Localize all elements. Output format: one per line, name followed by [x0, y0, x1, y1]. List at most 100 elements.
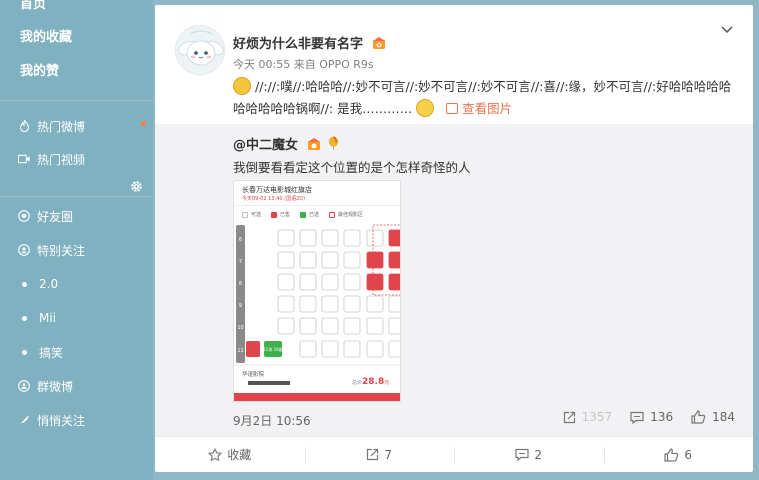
sidebar-item-likes[interactable]: 我的赞: [20, 59, 59, 79]
available-seat: [343, 340, 361, 358]
available-seat: [321, 273, 339, 291]
sidebar-item-label: 好友圈: [37, 209, 74, 224]
like-count: 6: [684, 447, 693, 462]
sidebar-item-label: 我的赞: [20, 63, 60, 79]
sold-seat: [388, 251, 400, 269]
laughing-tears-emoji-icon: [416, 99, 435, 117]
action-bar: 收藏 7 2 6: [155, 436, 753, 472]
post-meta: 今天 00:55 来自 OPPO R9s: [233, 56, 374, 72]
available-seat: [343, 229, 361, 247]
available-seat: [321, 340, 339, 358]
sidebar-item-friends-circle[interactable]: 好友圈: [18, 206, 73, 226]
weibo-card: 好烦为什么非要有名字 V 今天 00:55 来自 OPPO R9s //://:…: [155, 5, 753, 472]
seat-map-image[interactable]: 长春万达电影城红旗店 今天09-02 13:40 (国语2D) 可选 已售 已选…: [233, 180, 401, 402]
sidebar-item-label: 首页: [20, 0, 47, 12]
available-seat: [321, 317, 339, 335]
available-seat: [388, 317, 400, 335]
forward-button[interactable]: 7: [304, 437, 455, 472]
sidebar-divider: [0, 196, 153, 197]
post-author[interactable]: 好烦为什么非要有名字 V: [233, 33, 387, 52]
available-seat: [277, 317, 295, 335]
sidebar-item-special-follow[interactable]: 特别关注: [18, 240, 85, 260]
sidebar-item-label: 特别关注: [37, 243, 86, 258]
sidebar-divider: [0, 100, 153, 101]
special-follow-icon: [18, 244, 30, 256]
row-label: 6: [239, 237, 242, 243]
thumbs-up-icon: [664, 447, 679, 462]
available-seat: [321, 251, 339, 269]
post-source[interactable]: OPPO R9s: [319, 58, 373, 71]
author-name: 好烦为什么非要有名字: [233, 37, 364, 52]
comment-icon: [515, 448, 530, 461]
repost-comment[interactable]: 136: [630, 410, 673, 424]
price-value: 28.8: [362, 377, 385, 387]
sidebar-item-label: 我的收藏: [20, 29, 73, 45]
sold-seat: [388, 273, 400, 291]
view-pictures-label: 查看图片: [462, 101, 513, 116]
repost-author-name: @中二魔女: [233, 138, 299, 153]
sidebar-item-secret-follow[interactable]: 悄悄关注: [18, 410, 85, 430]
sidebar-item-hot-weibo[interactable]: 热门微博: [18, 116, 85, 136]
available-seat: [388, 295, 400, 313]
view-pictures-link[interactable]: 查看图片: [446, 101, 512, 116]
video-icon: [18, 153, 30, 165]
avatar[interactable]: [175, 25, 225, 75]
repost-like[interactable]: 184: [691, 410, 735, 424]
sold-seat: [366, 273, 384, 291]
sidebar-item-label: 群微博: [37, 379, 74, 394]
chevron-down-icon[interactable]: [720, 25, 734, 35]
sidebar-item-label: 热门视频: [37, 152, 86, 167]
forward-icon: [563, 411, 575, 423]
available-seat: [277, 273, 295, 291]
post-time[interactable]: 今天 00:55: [233, 58, 290, 71]
row-label: 9: [239, 303, 242, 309]
repost-author[interactable]: @中二魔女: [233, 134, 340, 153]
sidebar-item-group-3[interactable]: 搞笑: [18, 342, 63, 362]
comment-button[interactable]: 2: [454, 437, 604, 472]
sidebar-item-home[interactable]: 首页: [20, 0, 46, 12]
repost-stats: 1357 136 184: [545, 410, 735, 424]
comment-icon: [630, 411, 644, 424]
gear-icon[interactable]: [130, 180, 143, 193]
repost-forward[interactable]: 1357: [563, 410, 612, 424]
sidebar-item-group-2[interactable]: Mii: [18, 308, 56, 328]
sidebar-item-label: 热门微博: [37, 119, 86, 134]
available-seat: [299, 340, 317, 358]
available-seat: [343, 317, 361, 335]
image-icon: [446, 103, 459, 114]
repost-date[interactable]: 9月2日 10:56: [233, 412, 311, 429]
bullet-icon: [21, 281, 27, 287]
source-prefix: 来自: [293, 58, 316, 71]
sidebar-item-hot-video[interactable]: 热门视频: [18, 149, 85, 169]
available-seat: [343, 251, 361, 269]
available-seat: [388, 340, 400, 358]
available-seat: [277, 229, 295, 247]
balloon-icon: [328, 136, 339, 150]
price-label: 总价28.8元: [352, 377, 390, 387]
available-seat: [321, 295, 339, 313]
thumbs-up-icon: [691, 410, 706, 424]
sidebar-item-label: 2.0: [39, 277, 59, 291]
favorite-button[interactable]: 收藏: [155, 437, 305, 472]
available-seat: [321, 229, 339, 247]
forward-count: 7: [384, 447, 393, 462]
available-seat: [366, 317, 384, 335]
available-seat: [299, 317, 317, 335]
available-seat: [366, 295, 384, 313]
available-seat: [299, 273, 317, 291]
sold-seat: [366, 251, 384, 269]
like-count: 184: [712, 410, 735, 424]
like-button[interactable]: 6: [603, 437, 754, 472]
post-text: //://:噗//:哈哈哈//:妙不可言//:妙不可言//:妙不可言//:喜//…: [233, 76, 741, 120]
available-seat: [343, 273, 361, 291]
sidebar-item-group-1[interactable]: 2.0: [18, 274, 58, 294]
star-icon: [208, 448, 222, 461]
sold-seat: [388, 229, 400, 247]
notification-dot: [141, 121, 146, 126]
repost-text: 我倒要看看定这个位置的是个怎样奇怪的人: [233, 160, 471, 175]
sidebar: 首页 我的收藏 我的赞 热门微博 热门视频 好友圈 特别关注 2.0 Mii 搞…: [0, 0, 153, 480]
sidebar-item-label: 悄悄关注: [37, 413, 86, 428]
footer-text: 华谊影院: [242, 372, 265, 378]
sidebar-item-favorites[interactable]: 我的收藏: [20, 25, 72, 45]
sidebar-item-group-weibo[interactable]: 群微博: [18, 376, 73, 396]
